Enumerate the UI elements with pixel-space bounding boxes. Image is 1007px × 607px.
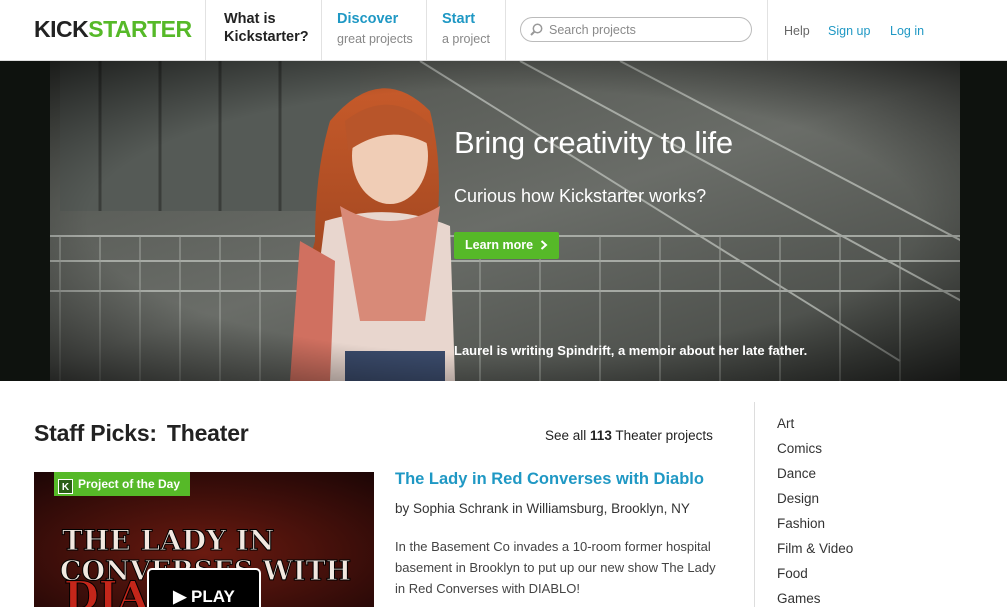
category-games[interactable]: Games	[777, 591, 853, 607]
staff-picks-label: Staff Picks:	[34, 420, 157, 446]
nav-what-is-kickstarter[interactable]: What is Kickstarter?	[224, 10, 309, 46]
nav-divider	[205, 0, 206, 60]
hero-photo	[0, 61, 1007, 381]
category-dance[interactable]: Dance	[777, 466, 853, 491]
play-button[interactable]: ▶ PLAY	[147, 568, 261, 607]
category-fashion[interactable]: Fashion	[777, 516, 853, 541]
see-all-link[interactable]: See all 113 Theater projects	[545, 428, 713, 443]
help-link[interactable]: Help	[784, 24, 810, 38]
sidebar-divider	[754, 402, 755, 607]
play-label: PLAY	[191, 587, 235, 606]
see-all-prefix: See all	[545, 428, 587, 443]
project-title-link[interactable]: The Lady in Red Converses with Diablo	[395, 470, 704, 489]
video-text-line1: THE LADY IN	[62, 524, 275, 557]
hero-title: Bring creativity to life	[454, 125, 733, 160]
nav-start-title: Start	[442, 11, 476, 27]
nav-discover[interactable]: Discover great projects	[337, 10, 413, 48]
signup-link[interactable]: Sign up	[828, 24, 870, 38]
nav-start-sub: a project	[442, 32, 490, 46]
nav-what-line2: Kickstarter?	[224, 29, 309, 45]
staff-picks-category: Theater	[166, 420, 249, 446]
see-all-count: 113	[590, 428, 612, 443]
nav-start[interactable]: Start a project	[442, 10, 490, 48]
nav-divider	[321, 0, 322, 60]
search-icon	[530, 23, 543, 36]
chevron-right-icon	[540, 240, 548, 250]
category-design[interactable]: Design	[777, 491, 853, 516]
search-input[interactable]	[549, 21, 744, 39]
site-header: KICKSTARTER What is Kickstarter? Discove…	[0, 0, 1007, 61]
category-list: Art Comics Dance Design Fashion Film & V…	[777, 416, 853, 607]
nav-what-line1: What is	[224, 11, 276, 27]
login-link[interactable]: Log in	[890, 24, 924, 38]
learn-more-label: Learn more	[465, 238, 534, 252]
badge-label: Project of the Day	[78, 477, 181, 491]
nav-discover-title: Discover	[337, 11, 399, 27]
logo-text-starter: STARTER	[88, 16, 192, 42]
hero-banner: Bring creativity to life Curious how Kic…	[0, 61, 1007, 381]
kickstarter-k-icon: K	[58, 479, 73, 494]
nav-divider	[767, 0, 768, 60]
category-film-video[interactable]: Film & Video	[777, 541, 853, 566]
category-art[interactable]: Art	[777, 416, 853, 441]
category-comics[interactable]: Comics	[777, 441, 853, 466]
learn-more-button[interactable]: Learn more	[454, 232, 559, 259]
kickstarter-logo[interactable]: KICKSTARTER	[34, 17, 192, 41]
nav-discover-sub: great projects	[337, 32, 413, 46]
nav-divider	[505, 0, 506, 60]
staff-picks-heading: Staff Picks: Theater	[34, 420, 249, 447]
project-of-the-day-badge: K Project of the Day	[54, 472, 191, 496]
category-food[interactable]: Food	[777, 566, 853, 591]
nav-divider	[426, 0, 427, 60]
logo-text-kick: KICK	[34, 16, 89, 42]
search-box[interactable]	[520, 17, 752, 42]
see-all-suffix: Theater projects	[615, 428, 713, 443]
hero-caption[interactable]: Laurel is writing Spindrift, a memoir ab…	[454, 343, 807, 358]
project-description: In the Basement Co invades a 10-room for…	[395, 539, 716, 596]
hero-subtitle: Curious how Kickstarter works?	[454, 186, 707, 206]
project-byline: by Sophia Schrank in Williamsburg, Brook…	[395, 501, 690, 516]
play-icon: ▶	[173, 587, 187, 606]
